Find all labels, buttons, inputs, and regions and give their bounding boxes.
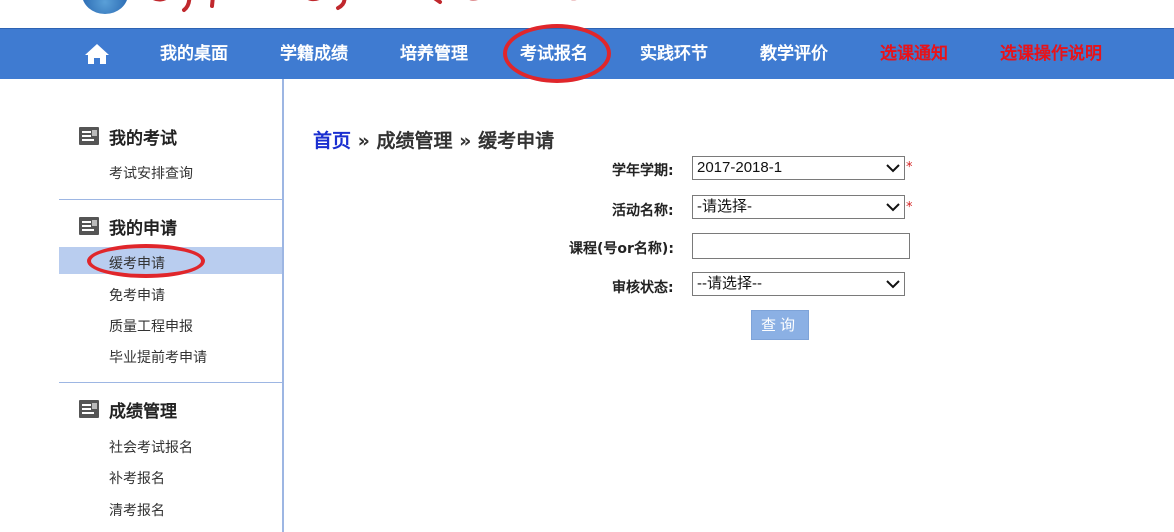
query-button[interactable]: 查询 (751, 310, 809, 340)
status-label: 审核状态: (612, 280, 674, 296)
nav-exam-registration[interactable]: 考试报名 (520, 29, 588, 80)
status-select[interactable]: --请选择-- (692, 272, 905, 296)
breadcrumb-level1: 成绩管理 (376, 130, 453, 152)
nav-records-grades[interactable]: 学籍成绩 (280, 29, 348, 80)
term-select-value: 2017-2018-1 (697, 159, 783, 176)
activity-label: 活动名称: (612, 203, 674, 219)
sidebar-section-title: 我的考试 (109, 128, 177, 149)
course-input[interactable] (692, 233, 910, 259)
nav-course-instructions[interactable]: 选课操作说明 (1000, 29, 1102, 80)
sidebar-item-clearance-exam[interactable]: 清考报名 (109, 500, 165, 520)
logo-calligraphy (152, 0, 576, 12)
school-logo (82, 0, 128, 14)
nav-training[interactable]: 培养管理 (400, 29, 468, 80)
nav-practice[interactable]: 实践环节 (640, 29, 708, 80)
sidebar-section-grade-management: 成绩管理 (78, 397, 177, 422)
home-icon[interactable] (84, 43, 110, 65)
sidebar-section-title: 成绩管理 (109, 401, 177, 422)
term-label: 学年学期: (612, 163, 674, 179)
breadcrumb-separator: » (452, 130, 479, 152)
sidebar-section-my-applications: 我的申请 (78, 214, 177, 239)
chevron-down-icon (886, 280, 900, 289)
sidebar-item-social-exam[interactable]: 社会考试报名 (109, 437, 193, 457)
breadcrumb-current: 缓考申请 (478, 130, 555, 152)
document-icon (79, 127, 99, 145)
chevron-down-icon (886, 203, 900, 212)
sidebar-item-deferred-exam[interactable]: 缓考申请 (109, 253, 165, 273)
main-nav: 我的桌面 学籍成绩 培养管理 考试报名 实践环节 教学评价 选课通知 选课操作说… (0, 28, 1174, 79)
activity-select-value: -请选择- (697, 198, 752, 215)
document-icon (79, 400, 99, 418)
document-icon (79, 217, 99, 235)
required-mark: * (906, 200, 913, 215)
sidebar-section-title: 我的申请 (109, 218, 177, 239)
sidebar-section-my-exams: 我的考试 (78, 124, 177, 149)
breadcrumb-home-link[interactable]: 首页 (313, 130, 351, 152)
sidebar-divider (59, 382, 282, 383)
nav-desktop[interactable]: 我的桌面 (160, 29, 228, 80)
status-select-value: --请选择-- (697, 275, 762, 292)
activity-select[interactable]: -请选择- (692, 195, 905, 219)
sidebar-item-exam-exemption[interactable]: 免考申请 (109, 285, 165, 305)
breadcrumb: 首页 » 成绩管理 » 缓考申请 (313, 126, 554, 153)
term-select[interactable]: 2017-2018-1 (692, 156, 905, 180)
required-mark: * (906, 160, 913, 175)
nav-evaluation[interactable]: 教学评价 (760, 29, 828, 80)
breadcrumb-separator: » (351, 130, 377, 152)
nav-course-notice[interactable]: 选课通知 (880, 29, 948, 80)
logo-banner (0, 0, 1174, 28)
sidebar-item-makeup-exam[interactable]: 补考报名 (109, 468, 165, 488)
sidebar-item-exam-schedule[interactable]: 考试安排查询 (109, 163, 193, 183)
sidebar-active-highlight (59, 247, 282, 274)
sidebar-divider (59, 199, 282, 200)
sidebar-item-early-graduation-exam[interactable]: 毕业提前考申请 (109, 347, 207, 367)
sidebar-item-quality-project[interactable]: 质量工程申报 (109, 316, 193, 336)
course-label: 课程(号or名称): (569, 241, 674, 257)
chevron-down-icon (886, 164, 900, 173)
